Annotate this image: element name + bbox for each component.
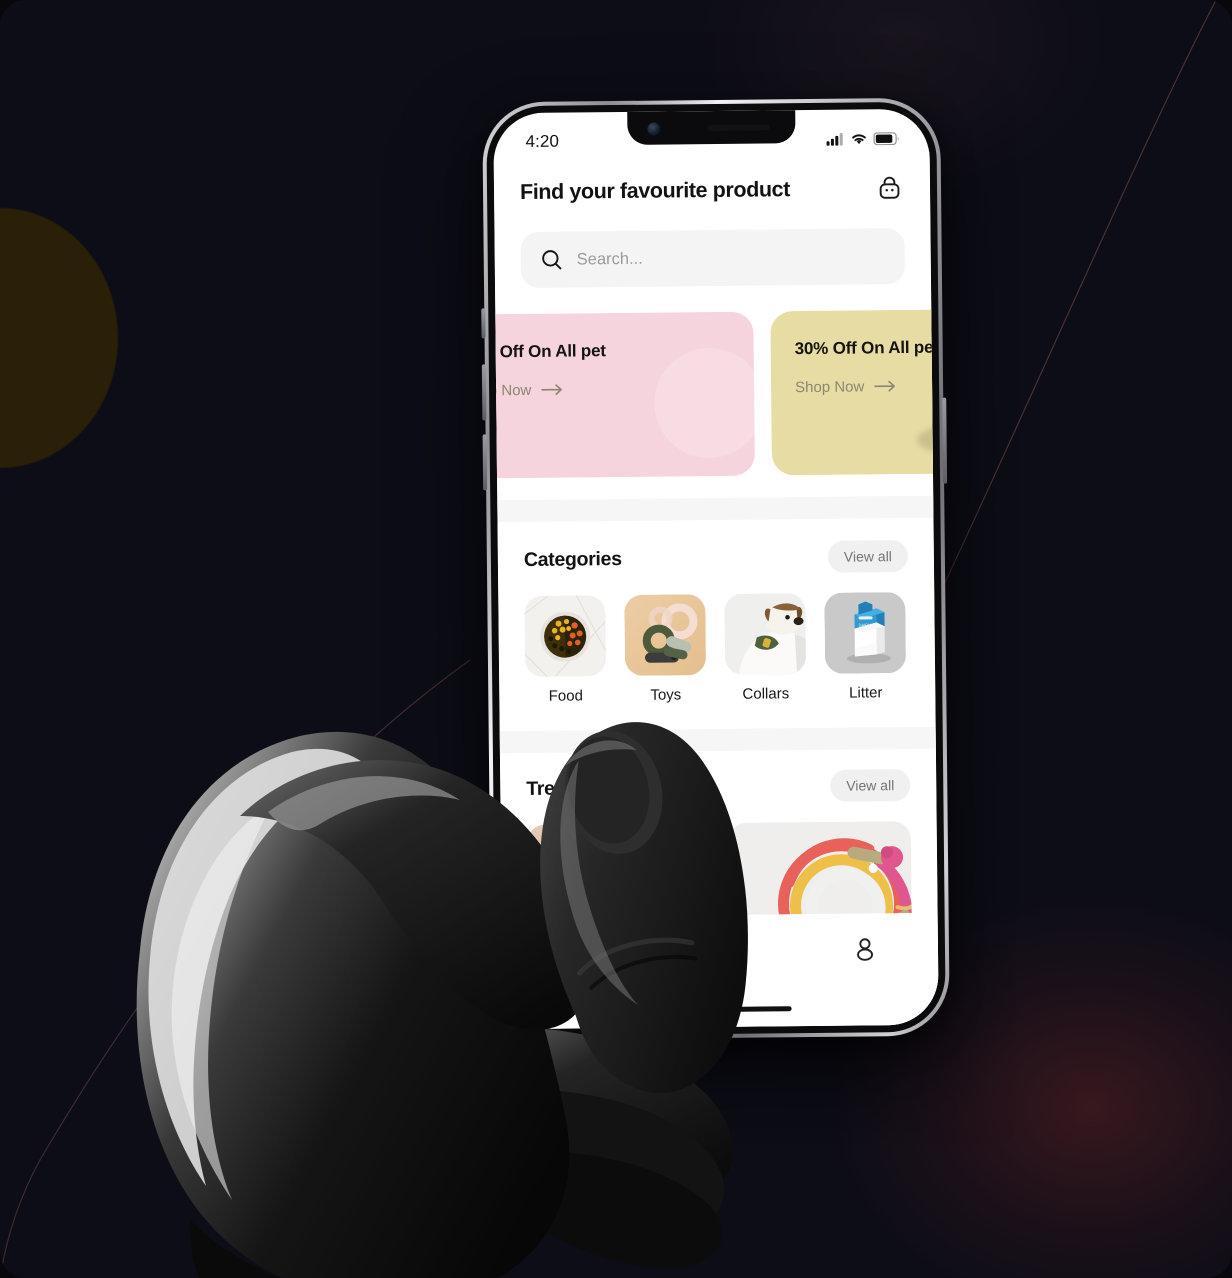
trending-view-all-button[interactable]: View all	[830, 768, 911, 802]
promo-cta-label: Shop Now	[493, 381, 532, 400]
battery-icon	[873, 131, 899, 145]
page-title: Find your favourite product	[519, 176, 791, 204]
phone-screen: 4:20 Find your favourite product Search.…	[493, 108, 939, 1030]
category-label: Food	[548, 687, 584, 705]
favourite-button[interactable]	[668, 834, 699, 865]
person-icon	[857, 938, 874, 961]
category-label: Litter	[849, 684, 883, 702]
categories-header: Categories View all	[523, 539, 909, 576]
section-divider	[499, 726, 936, 754]
search-field[interactable]: Search...	[520, 228, 906, 289]
litter-carton-icon: DAIRY	[824, 592, 907, 674]
shopping-bag-icon	[710, 940, 730, 962]
promo-cta[interactable]: Shop Now	[493, 381, 612, 400]
category-image	[724, 593, 807, 675]
category-item[interactable]: Collars	[724, 593, 807, 703]
amber-blob-decoration	[0, 208, 118, 468]
promo-banner[interactable]: 30% Off On All pet Shop Now	[493, 311, 756, 479]
carton-label-text: DAIRY	[859, 622, 872, 627]
heart-icon	[675, 842, 692, 857]
promo-text: 30% Off On All pet Shop Now	[795, 336, 939, 396]
status-bar: 4:20	[493, 109, 929, 164]
promo-title: 30% Off On All pet	[493, 341, 606, 362]
category-item[interactable]: DAIRY Litter	[824, 592, 907, 702]
promo-banner[interactable]: 30% Off On All pet Shop Now	[770, 308, 939, 476]
dog-food-bowl-icon	[524, 595, 607, 678]
category-item[interactable]: Food	[524, 595, 607, 705]
categories-section: Categories View all Food Toys Collars DA…	[498, 539, 936, 706]
category-image	[524, 595, 607, 678]
categories-view-all-button[interactable]: View all	[827, 539, 909, 573]
promo-cta-label: Shop Now	[795, 378, 865, 396]
app-content: Find your favourite product Search... Of…	[493, 150, 939, 1030]
chew-toys-icon	[624, 594, 707, 676]
phone-device: 4:20 Find your favourite product Search.…	[481, 97, 950, 1041]
header-cart-button[interactable]	[874, 173, 904, 203]
promo-title: 30% Off On All pet	[794, 337, 939, 359]
search-placeholder: Search...	[576, 249, 643, 268]
nav-profile-button[interactable]	[842, 929, 888, 969]
promo-text: 30% Off On All pet Shop Now	[493, 339, 612, 399]
arrow-right-icon	[874, 380, 896, 392]
nav-home-button[interactable]	[551, 932, 597, 972]
signal-icon	[826, 132, 843, 146]
shopping-bag-icon	[879, 176, 899, 199]
dog-with-collar-icon	[724, 593, 807, 675]
promo-cta[interactable]: Shop Now	[795, 377, 939, 396]
promo-carousel[interactable]: 30% Off On All pet Shop Now	[493, 308, 939, 479]
volume-down-button[interactable]	[482, 434, 488, 491]
arrow-right-icon	[541, 384, 563, 396]
status-indicators	[826, 131, 899, 146]
status-time: 4:20	[525, 131, 560, 151]
category-label: Collars	[742, 685, 790, 703]
section-divider	[497, 495, 934, 523]
categories-title: Categories	[523, 547, 622, 571]
wifi-icon	[852, 133, 866, 144]
category-image: DAIRY	[824, 592, 907, 674]
search-icon	[542, 250, 562, 270]
scene: 4:20 Find your favourite product Search.…	[0, 0, 1232, 1278]
promo-decor	[653, 347, 756, 459]
power-button[interactable]	[942, 397, 948, 484]
grid-icon	[563, 941, 586, 964]
volume-up-button[interactable]	[481, 364, 487, 421]
category-label: Toys	[650, 686, 682, 704]
trending-title: Trending product	[526, 775, 682, 800]
trending-header: Trending product View all	[526, 768, 911, 805]
category-image	[624, 594, 707, 676]
categories-list: Food Toys Collars DAIRY Litter	[524, 592, 909, 705]
volume-mute-button[interactable]	[481, 308, 486, 339]
nav-cart-button[interactable]	[697, 931, 743, 971]
category-item[interactable]: Toys	[624, 594, 707, 704]
